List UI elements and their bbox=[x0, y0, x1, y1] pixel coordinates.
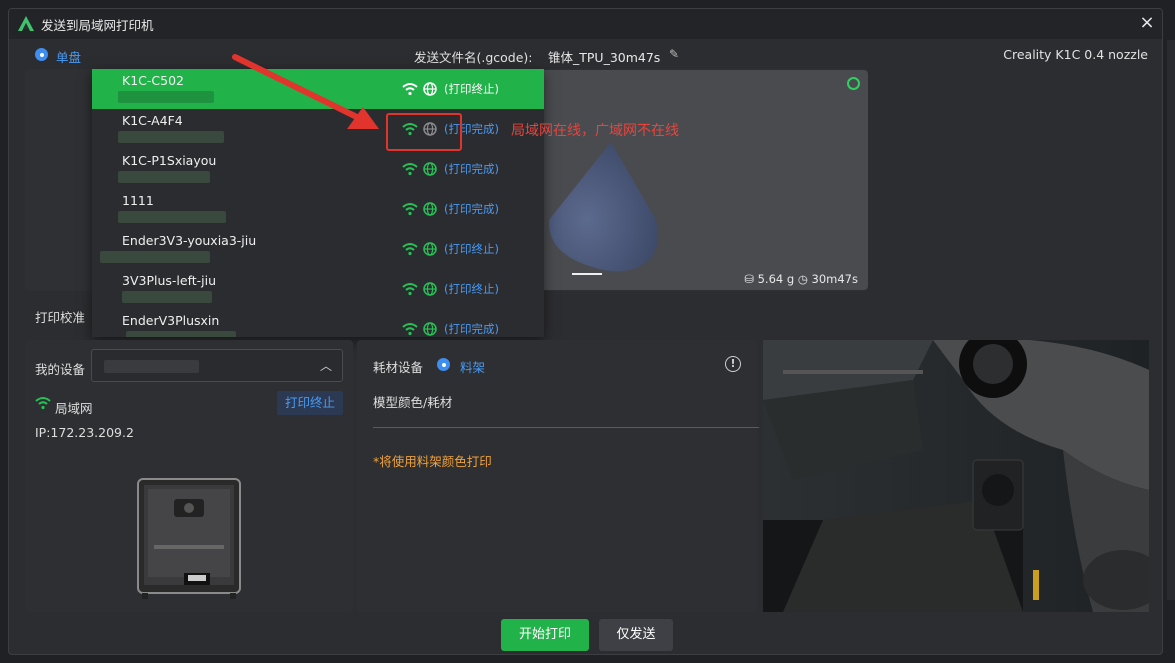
model-color-label: 模型颜色/耗材 bbox=[373, 395, 453, 410]
globe-icon bbox=[423, 82, 437, 96]
globe-icon bbox=[423, 202, 437, 216]
file-bar: 单盘 发送文件名(.gcode): 锥体_TPU_30m47s ✎ Creali… bbox=[9, 39, 1162, 69]
edit-icon[interactable]: ✎ bbox=[669, 47, 679, 61]
printer-image-icon bbox=[137, 478, 241, 599]
globe-icon bbox=[423, 282, 437, 296]
printer-model-label: Creality K1C 0.4 nozzle bbox=[1003, 47, 1148, 62]
globe-icon bbox=[423, 242, 437, 256]
globe-icon bbox=[423, 162, 437, 176]
annotation-highlight-box bbox=[386, 113, 462, 151]
plate-indicator bbox=[572, 273, 602, 275]
model-preview[interactable]: ⛁ 5.64 g ◷ 30m47s bbox=[529, 70, 868, 290]
redacted-ip bbox=[100, 251, 210, 263]
camera-feed bbox=[763, 340, 1149, 612]
wifi-icon bbox=[402, 323, 418, 336]
redacted-ip bbox=[126, 331, 236, 337]
globe-icon bbox=[423, 322, 437, 336]
annotation-arrow-icon bbox=[232, 54, 379, 129]
cone-model-icon bbox=[548, 142, 659, 272]
wifi-icon bbox=[402, 83, 418, 96]
start-print-button[interactable]: 开始打印 bbox=[501, 619, 589, 651]
divider bbox=[373, 427, 759, 428]
printer-option[interactable]: EnderV3Plusxin (打印完成) bbox=[92, 309, 544, 337]
redacted-ip bbox=[118, 211, 226, 223]
annotation-text: 局域网在线，广域网不在线 bbox=[511, 123, 679, 139]
chevron-up-icon: ︿ bbox=[319, 359, 332, 373]
ip-address: IP:172.23.209.2 bbox=[35, 425, 134, 440]
file-name-value: 锥体_TPU_30m47s bbox=[548, 50, 661, 65]
printer-option[interactable]: Ender3V3-youxia3-jiu (打印终止) bbox=[92, 229, 544, 269]
weight-icon: ⛁ bbox=[744, 272, 754, 286]
single-tray-label: 单盘 bbox=[56, 50, 82, 65]
status-badge: 打印终止 bbox=[276, 391, 343, 415]
clock-icon: ◷ bbox=[797, 272, 808, 286]
calibration-label: 打印校准 bbox=[35, 310, 86, 325]
redacted-ip bbox=[118, 171, 210, 183]
print-stats: ⛁ 5.64 g ◷ 30m47s bbox=[744, 272, 858, 286]
close-icon[interactable]: × bbox=[1138, 14, 1156, 33]
wifi-icon bbox=[402, 283, 418, 296]
send-only-button[interactable]: 仅发送 bbox=[599, 619, 673, 651]
printer-option[interactable]: 3V3Plus-left-jiu (打印终止) bbox=[92, 269, 544, 309]
redacted-ip bbox=[118, 91, 214, 103]
info-icon[interactable]: ! bbox=[725, 356, 741, 372]
filament-device-label: 耗材设备 bbox=[373, 360, 424, 375]
rack-color-note: *将使用料架颜色打印 bbox=[373, 454, 492, 469]
wifi-icon bbox=[402, 243, 418, 256]
camera-image-icon bbox=[763, 340, 1149, 612]
device-select[interactable]: ︿ bbox=[91, 349, 343, 382]
printer-option[interactable]: 1111 (打印完成) bbox=[92, 189, 544, 229]
wifi-icon bbox=[402, 163, 418, 176]
status-ring-icon bbox=[847, 77, 860, 90]
send-dialog: 发送到局域网打印机 × 单盘 发送文件名(.gcode): 锥体_TPU_30m… bbox=[8, 8, 1163, 655]
redacted-ip bbox=[122, 291, 212, 303]
rack-radio[interactable] bbox=[437, 358, 450, 371]
wifi-icon bbox=[402, 203, 418, 216]
redacted-device-name bbox=[104, 360, 199, 373]
titlebar: 发送到局域网打印机 × bbox=[9, 9, 1162, 39]
app-logo-icon bbox=[18, 16, 34, 31]
printer-option[interactable]: K1C-P1Sxiayou (打印完成) bbox=[92, 149, 544, 189]
network-label: 局域网 bbox=[55, 401, 93, 416]
file-name-label: 发送文件名(.gcode): bbox=[414, 50, 533, 65]
filament-panel: 耗材设备 料架 ! 模型颜色/耗材 *将使用料架颜色打印 bbox=[357, 340, 759, 612]
redacted-ip bbox=[118, 131, 224, 143]
device-panel: 我的设备 ︿ 局域网 打印终止 IP:172.23.209.2 bbox=[25, 340, 353, 612]
wifi-icon bbox=[35, 397, 51, 410]
single-tray-radio[interactable] bbox=[35, 48, 48, 61]
background-window-edge bbox=[1167, 40, 1175, 600]
rack-label: 料架 bbox=[460, 360, 486, 375]
window-title: 发送到局域网打印机 bbox=[41, 17, 154, 33]
my-device-label: 我的设备 bbox=[35, 362, 86, 377]
